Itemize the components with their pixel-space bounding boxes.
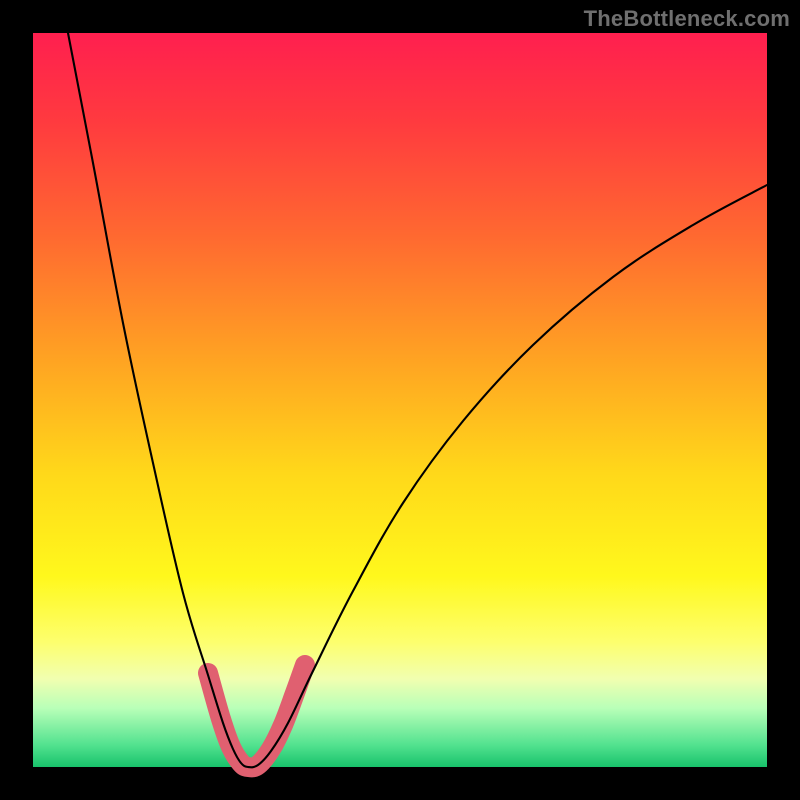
chart-frame: TheBottleneck.com [0, 0, 800, 800]
curve-layer [33, 33, 767, 767]
main-curve [68, 33, 767, 767]
watermark-text: TheBottleneck.com [584, 6, 790, 32]
